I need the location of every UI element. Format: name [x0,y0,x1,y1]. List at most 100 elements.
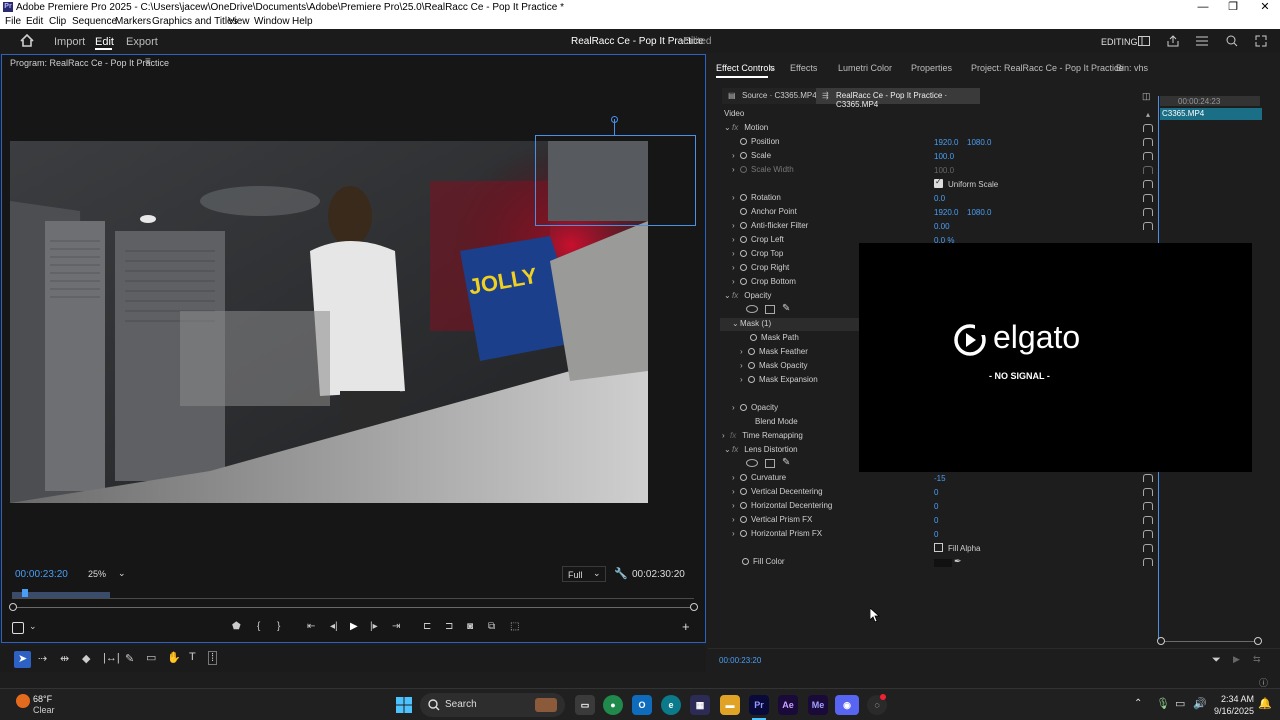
reset-icon[interactable] [1143,544,1153,552]
weather-description[interactable]: Clear [33,705,55,715]
menu-edit[interactable]: Edit [26,16,43,27]
ec-zoom-scrollbar[interactable] [1160,641,1258,642]
stopwatch-icon[interactable] [740,208,747,215]
chevron-right-icon[interactable]: › [732,473,740,482]
vertical-prism-row[interactable]: › Vertical Prism FX [732,515,812,529]
ellipse-mask-icon[interactable] [746,459,758,467]
vr-icon[interactable]: ⬚ [510,621,519,632]
stopwatch-icon[interactable] [750,334,757,341]
settings-icon[interactable] [12,622,24,634]
time-remap-row[interactable]: › fx Time Remapping [722,431,803,445]
step-back-icon[interactable]: ◂| [330,621,338,632]
mask-feather-row[interactable]: › Mask Feather [740,347,808,361]
opacity-effect-row[interactable]: ⌄fx Opacity [724,291,771,305]
menu-sequence[interactable]: Sequence [72,16,117,27]
chevron-right-icon[interactable]: › [740,361,748,370]
reset-icon[interactable] [1143,488,1153,496]
tab-import[interactable]: Import [54,36,85,48]
chevron-right-icon[interactable]: › [732,277,740,286]
captions-tool-icon[interactable]: ⁞ [208,651,218,665]
tab-effect-controls[interactable]: Effect Controls [716,63,775,73]
microphone-icon[interactable]: 🎙 [1156,697,1170,710]
rotation-value[interactable]: 0.0 [934,194,945,208]
outlook-icon[interactable]: O [632,695,652,715]
reset-icon[interactable] [1143,194,1153,202]
stopwatch-icon[interactable] [740,516,747,523]
mark-in-icon[interactable]: { [257,621,260,632]
stopwatch-icon[interactable] [740,236,747,243]
chevron-right-icon[interactable]: › [732,151,740,160]
chevron-right-icon[interactable]: › [732,221,740,230]
fill-alpha-checkbox[interactable] [934,543,943,552]
chevron-right-icon[interactable]: › [732,193,740,202]
filter-icon[interactable]: ⏷ [1212,654,1221,667]
track-select-tool-icon[interactable]: ⇢ [38,652,47,665]
stopwatch-icon[interactable] [748,362,755,369]
pen-mask-icon[interactable]: ✎ [782,303,790,314]
panel-menu-icon[interactable]: ≡ [145,56,151,67]
scale-value[interactable]: 100.0 [934,152,954,166]
file-explorer-icon[interactable]: ▬ [720,695,740,715]
ellipse-mask-icon[interactable] [746,305,758,313]
tab-properties[interactable]: Properties [911,63,952,73]
task-view-icon[interactable]: ▭ [575,695,595,715]
mask-expansion-row[interactable]: › Mask Expansion [740,375,818,389]
mask-path-row[interactable]: Mask Path [750,333,799,347]
quick-export-icon[interactable] [1196,36,1208,46]
reset-icon[interactable] [1143,124,1153,132]
weather-icon[interactable] [16,694,30,708]
crop-left-row[interactable]: › Crop Left [732,235,784,249]
timeline-toggle-icon[interactable]: ◫ [1142,91,1151,102]
menu-graphics-titles[interactable]: Graphics and Titles [152,16,238,27]
rectangle-mask-icon[interactable] [765,459,775,468]
stopwatch-icon[interactable] [742,558,749,565]
stopwatch-icon[interactable] [740,404,747,411]
chevron-right-icon[interactable]: › [732,403,740,412]
scale-row[interactable]: › Scale [732,151,771,165]
chevron-right-icon[interactable]: › [722,431,730,440]
anchor-point-row[interactable]: Anchor Point [732,207,797,221]
rotation-handle-knob[interactable] [611,116,618,123]
position-x-value[interactable]: 1920.0 [934,138,958,152]
stopwatch-icon[interactable] [740,502,747,509]
menu-view[interactable]: View [228,16,250,27]
stopwatch-icon[interactable] [740,222,747,229]
chevron-right-icon[interactable]: › [732,249,740,258]
ec-footer-timecode[interactable]: 00:00:23:20 [719,656,761,665]
reset-icon[interactable] [1143,222,1153,230]
timeline-ruler[interactable] [12,589,694,599]
menu-help[interactable]: Help [292,16,313,27]
reset-icon[interactable] [1143,138,1153,146]
mask-opacity-row[interactable]: › Mask Opacity [740,361,807,375]
stopwatch-icon[interactable] [740,138,747,145]
mask-selection-box[interactable] [535,135,696,226]
chevron-right-icon[interactable]: › [732,515,740,524]
ec-scroll-left-handle[interactable] [1157,637,1165,645]
position-y-value[interactable]: 1080.0 [967,138,991,152]
notifications-icon[interactable]: 🔔 [1258,697,1272,710]
tab-bin-vhs[interactable]: Bin: vhs [1116,63,1148,73]
panel-menu-icon[interactable]: ≡ [769,63,774,73]
pen-tool-icon[interactable]: ✎ [125,652,134,665]
scroll-up-icon[interactable]: ▴ [1146,110,1150,119]
anchor-x-value[interactable]: 1920.0 [934,208,958,222]
vprism-value[interactable]: 0 [934,516,938,530]
ripple-edit-tool-icon[interactable]: ⇹ [60,652,69,665]
reset-icon[interactable] [1143,180,1153,188]
play-audio-icon[interactable]: ▶ [1233,654,1240,665]
play-icon[interactable]: ▶ [350,621,358,632]
zoom-dropdown[interactable]: 25% ⌄ [82,566,132,582]
tab-lumetri-color[interactable]: Lumetri Color [838,63,892,73]
microsoft-store-icon[interactable]: ▦ [690,695,710,715]
chevron-down-icon[interactable]: ⌄ [29,621,37,632]
horizontal-decentering-row[interactable]: › Horizontal Decentering [732,501,832,515]
hprism-value[interactable]: 0 [934,530,938,544]
chevron-right-icon[interactable]: › [740,347,748,356]
crop-top-row[interactable]: › Crop Top [732,249,783,263]
zoom-scrollbar[interactable] [12,607,694,608]
razor-tool-icon[interactable]: ◆ [82,652,90,665]
marker-icon[interactable]: ⬟ [232,621,241,632]
position-row[interactable]: Position [732,137,779,151]
stopwatch-icon[interactable] [740,278,747,285]
fill-color-row[interactable]: Fill Color [742,557,785,571]
